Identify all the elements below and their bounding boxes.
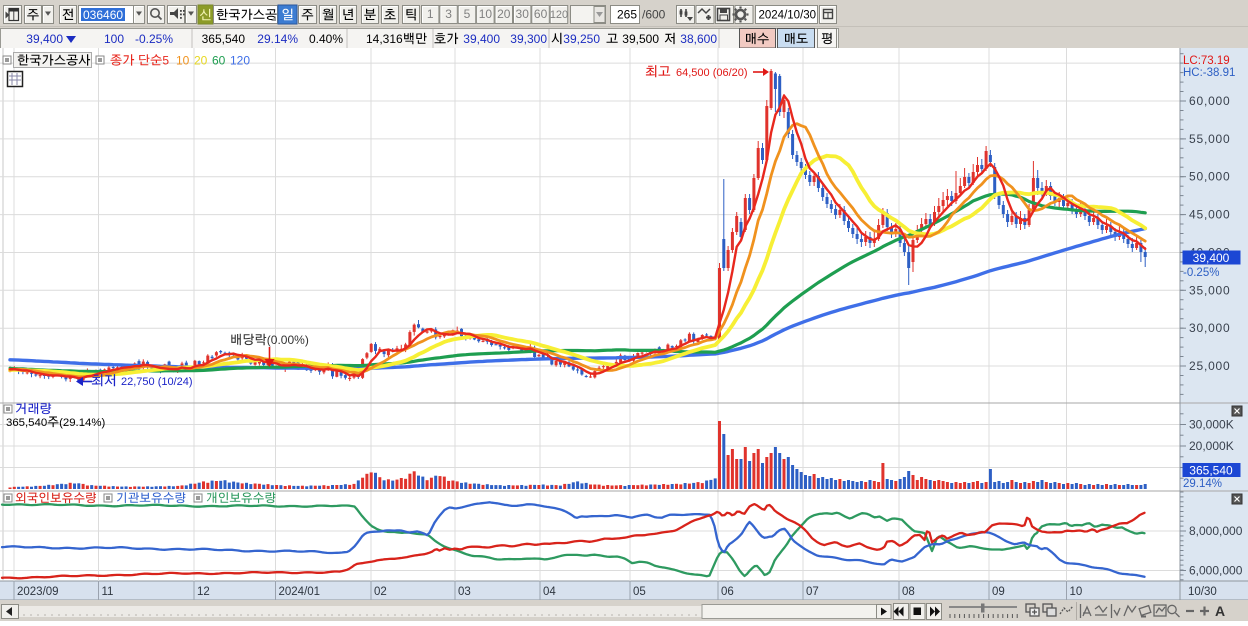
svg-text:/600: /600 (642, 7, 666, 21)
svg-text:04: 04 (543, 586, 556, 598)
svg-text:0.40%: 0.40% (309, 32, 343, 46)
svg-text:365,540: 365,540 (6, 417, 47, 429)
svg-text:29.14%: 29.14% (1183, 478, 1222, 490)
svg-text:09: 09 (992, 586, 1005, 598)
svg-text:2024/10/30: 2024/10/30 (759, 9, 817, 21)
svg-text:10: 10 (479, 7, 493, 21)
svg-text:036460: 036460 (83, 8, 123, 22)
svg-text:35,000: 35,000 (1189, 283, 1231, 297)
svg-text:60,000: 60,000 (1189, 94, 1231, 108)
svg-text:265: 265 (617, 7, 637, 21)
svg-text:39,300: 39,300 (510, 32, 547, 46)
svg-text:20: 20 (194, 54, 208, 68)
svg-text:38,600: 38,600 (680, 32, 717, 46)
svg-text:29.14%: 29.14% (257, 32, 298, 46)
svg-text:5: 5 (162, 54, 169, 68)
svg-text:12: 12 (197, 586, 210, 598)
svg-text:365,540: 365,540 (202, 32, 246, 46)
svg-text:(29.14%): (29.14%) (59, 417, 105, 429)
svg-text:39,500: 39,500 (622, 32, 659, 46)
svg-text:25,000: 25,000 (1189, 359, 1231, 373)
svg-text:30: 30 (516, 7, 530, 21)
svg-text:-0.25%: -0.25% (135, 32, 173, 46)
svg-text:20: 20 (497, 7, 511, 21)
svg-text:1: 1 (427, 7, 434, 21)
svg-text:2023/09: 2023/09 (17, 586, 59, 598)
svg-text:100: 100 (104, 32, 124, 46)
svg-text:14,316: 14,316 (366, 32, 403, 46)
svg-text:HC:-38.91: HC:-38.91 (1183, 67, 1235, 79)
svg-text:05: 05 (633, 586, 646, 598)
svg-text:2024/01: 2024/01 (279, 586, 321, 598)
svg-text:10: 10 (1070, 586, 1083, 598)
svg-text:120: 120 (230, 54, 250, 68)
svg-text:39,250: 39,250 (563, 32, 600, 46)
svg-text:10: 10 (176, 54, 190, 68)
svg-text:60: 60 (212, 54, 226, 68)
svg-text:06: 06 (721, 586, 734, 598)
svg-text:39,400: 39,400 (463, 32, 500, 46)
svg-text:20,000K: 20,000K (1189, 439, 1234, 453)
svg-text:LC:73.19: LC:73.19 (1183, 55, 1230, 67)
svg-text:45,000: 45,000 (1189, 208, 1231, 222)
svg-text:-0.25%: -0.25% (1183, 267, 1219, 279)
svg-text:39,400: 39,400 (26, 32, 63, 46)
svg-text:6,000,000: 6,000,000 (1189, 564, 1243, 578)
svg-text:39,400: 39,400 (1193, 251, 1230, 265)
svg-text:55,000: 55,000 (1189, 132, 1231, 146)
svg-text:10/30: 10/30 (1188, 586, 1217, 598)
svg-text:11: 11 (102, 586, 114, 598)
svg-text:(0.00%): (0.00%) (267, 333, 309, 347)
svg-text:07: 07 (806, 586, 819, 598)
svg-text:22,750 (10/24): 22,750 (10/24) (121, 376, 193, 388)
svg-text:365,540: 365,540 (1189, 464, 1233, 478)
svg-text:50,000: 50,000 (1189, 170, 1231, 184)
svg-text:8,000,000: 8,000,000 (1189, 524, 1243, 538)
svg-text:30,000K: 30,000K (1189, 418, 1234, 432)
svg-text:02: 02 (374, 586, 387, 598)
svg-text:08: 08 (902, 586, 915, 598)
svg-text:3: 3 (445, 7, 452, 21)
svg-text:64,500 (06/20): 64,500 (06/20) (676, 67, 748, 79)
svg-text:5: 5 (464, 7, 471, 21)
svg-text:A: A (1215, 603, 1225, 619)
svg-text:30,000: 30,000 (1189, 321, 1231, 335)
svg-text:03: 03 (458, 586, 471, 598)
svg-text:120: 120 (550, 9, 568, 21)
svg-text:60: 60 (534, 7, 548, 21)
